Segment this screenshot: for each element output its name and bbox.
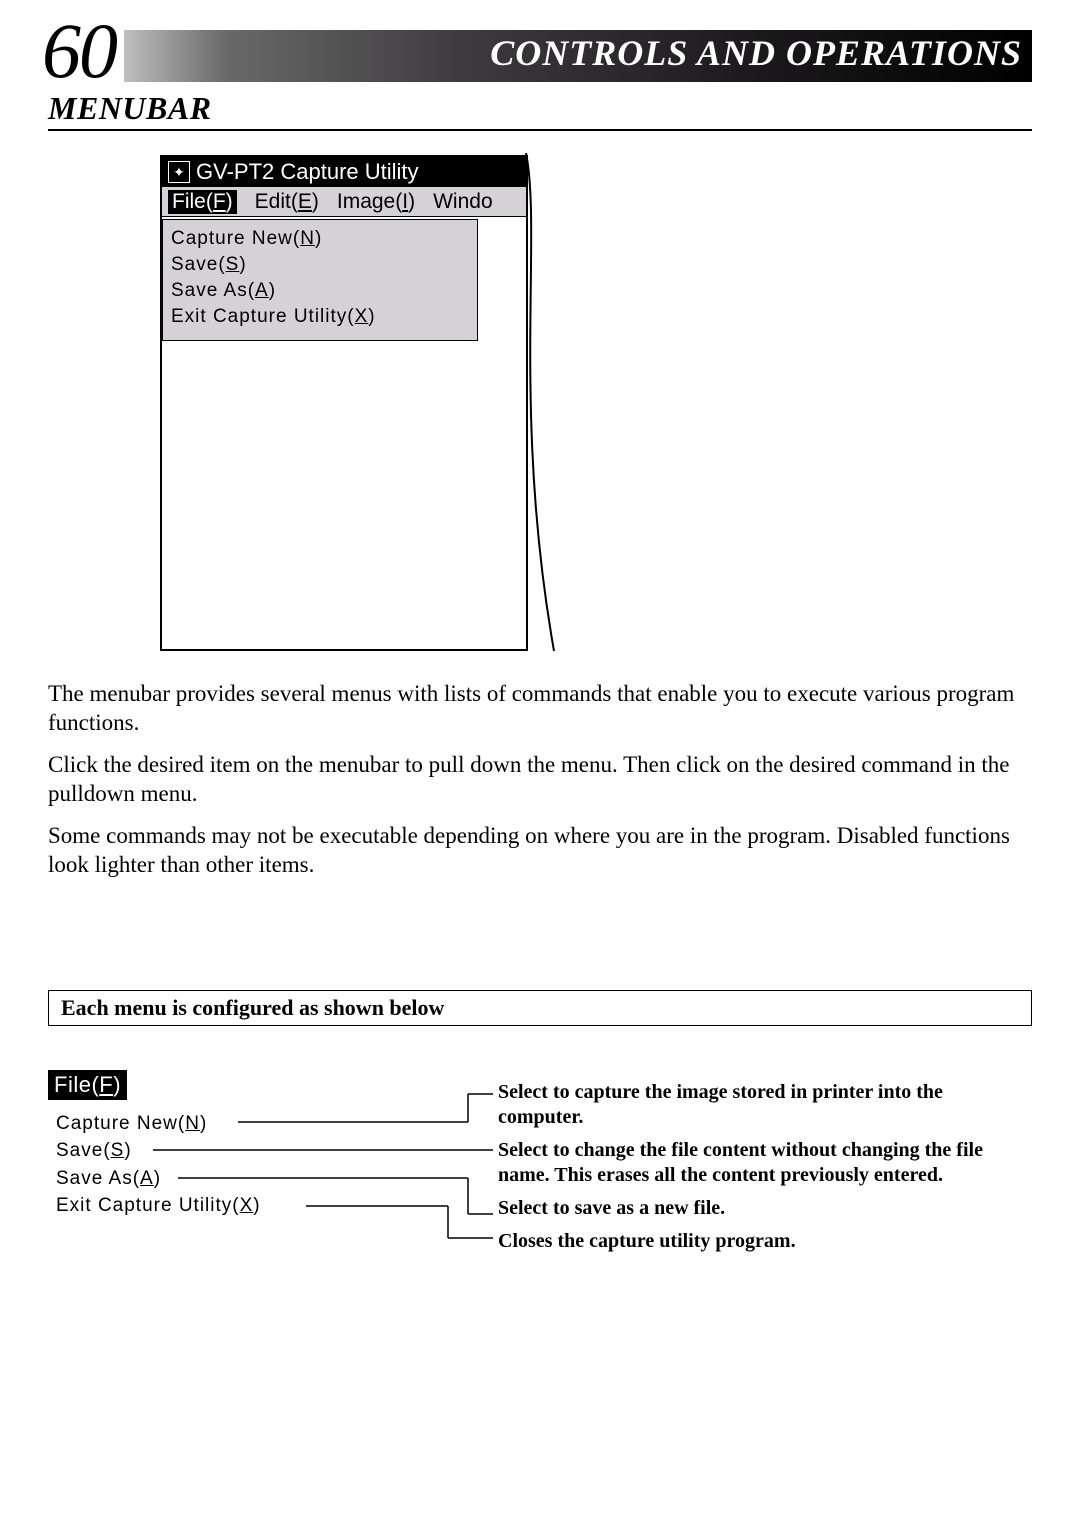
desc-capture-new: Select to capture the image stored in pr…: [498, 1080, 1032, 1130]
file-dropdown: Capture New(N) Save(S) Save As(A) Exit C…: [162, 219, 478, 341]
file-diagram: File(F) Capture New(N) Save(S) Save As(A…: [48, 1070, 1032, 1250]
connector-lines-icon: [48, 1070, 508, 1250]
menu-window[interactable]: Windo: [433, 190, 493, 214]
app-window: ✦ GV-PT2 Capture Utility File(F) Edit(E)…: [160, 155, 528, 651]
app-icon: ✦: [168, 161, 190, 183]
menu-edit[interactable]: Edit(E): [255, 190, 319, 214]
page-curl-icon: [524, 153, 596, 655]
file-exit[interactable]: Exit Capture Utility(X): [171, 304, 469, 330]
section-title: MENUBAR: [48, 90, 1032, 131]
paragraph-2: Click the desired item on the menubar to…: [48, 750, 1032, 809]
header-title: CONTROLS AND OPERATIONS: [490, 32, 1022, 74]
page-number: 60: [42, 12, 124, 90]
paragraph-1: The menubar provides several menus with …: [48, 679, 1032, 738]
menu-file[interactable]: File(F): [168, 190, 237, 214]
app-title: GV-PT2 Capture Utility: [196, 159, 419, 185]
paragraph-3: Some commands may not be executable depe…: [48, 821, 1032, 880]
file-save-as[interactable]: Save As(A): [171, 278, 469, 304]
body-text: The menubar provides several menus with …: [48, 679, 1032, 880]
desc-save-as: Select to save as a new file.: [498, 1196, 1032, 1221]
file-save[interactable]: Save(S): [171, 252, 469, 278]
menubar-strip: File(F) Edit(E) Image(I) Windo: [162, 187, 526, 217]
desc-exit: Closes the capture utility program.: [498, 1229, 1032, 1254]
menubar-screenshot: ✦ GV-PT2 Capture Utility File(F) Edit(E)…: [160, 155, 590, 651]
config-heading: Each menu is configured as shown below: [48, 990, 1032, 1026]
desc-save: Select to change the file content withou…: [498, 1138, 1032, 1188]
title-bar: ✦ GV-PT2 Capture Utility: [162, 157, 526, 187]
menu-image[interactable]: Image(I): [337, 190, 415, 214]
file-capture-new[interactable]: Capture New(N): [171, 226, 469, 252]
page-header: 60 CONTROLS AND OPERATIONS: [48, 30, 1032, 82]
file-diagram-descriptions: Select to capture the image stored in pr…: [498, 1080, 1032, 1262]
